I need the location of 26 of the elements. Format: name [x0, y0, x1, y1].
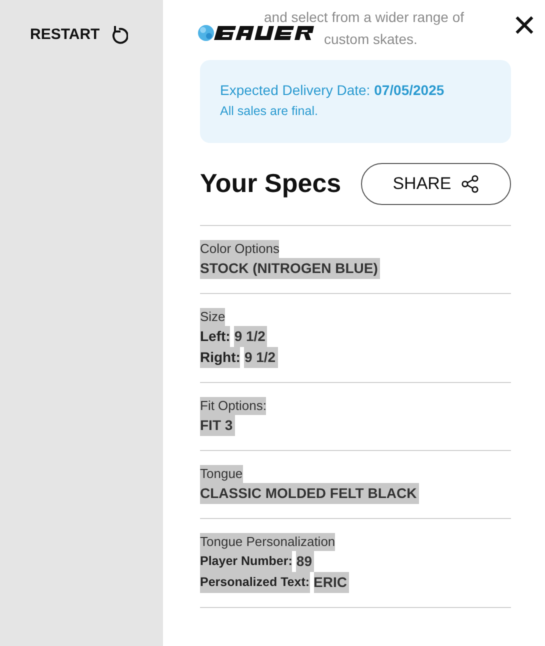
spec-value: 9 1/2: [244, 346, 278, 368]
spec-label: Fit Options:: [200, 396, 266, 415]
restart-icon: [110, 25, 128, 46]
spec-value: ERIC: [314, 572, 349, 593]
spec-label: Color Options: [200, 240, 280, 258]
spec-value: 9 1/2: [234, 326, 268, 347]
spec-key: Personalized Text:: [200, 572, 310, 593]
spec-value: 89: [296, 550, 314, 572]
intro-text: custom skates.: [324, 30, 418, 49]
close-button[interactable]: ✕: [512, 12, 537, 42]
share-icon: [461, 174, 480, 193]
intro-text: and select from a wider range of: [264, 8, 464, 27]
spec-key: Left:: [200, 326, 230, 347]
spec-label: Size: [200, 308, 226, 326]
spec-key: Player Number:: [200, 550, 292, 572]
page-heading: Your Specs: [200, 167, 342, 200]
spec-label: Tongue: [200, 464, 243, 483]
delivery-date-text: Expected Delivery Date: 07/05/2025: [220, 81, 446, 100]
share-button[interactable]: SHARE: [361, 162, 511, 205]
spec-value: CLASSIC MOLDED FELT BLACK: [200, 482, 419, 504]
restart-button[interactable]: RESTART: [30, 24, 128, 46]
sales-note: All sales are final.: [220, 103, 319, 120]
spec-label: Tongue Personalization: [200, 532, 336, 551]
spec-value: FIT 3: [200, 414, 235, 436]
spec-value: STOCK (NITROGEN BLUE): [200, 258, 380, 279]
spec-key: Right:: [200, 346, 240, 368]
